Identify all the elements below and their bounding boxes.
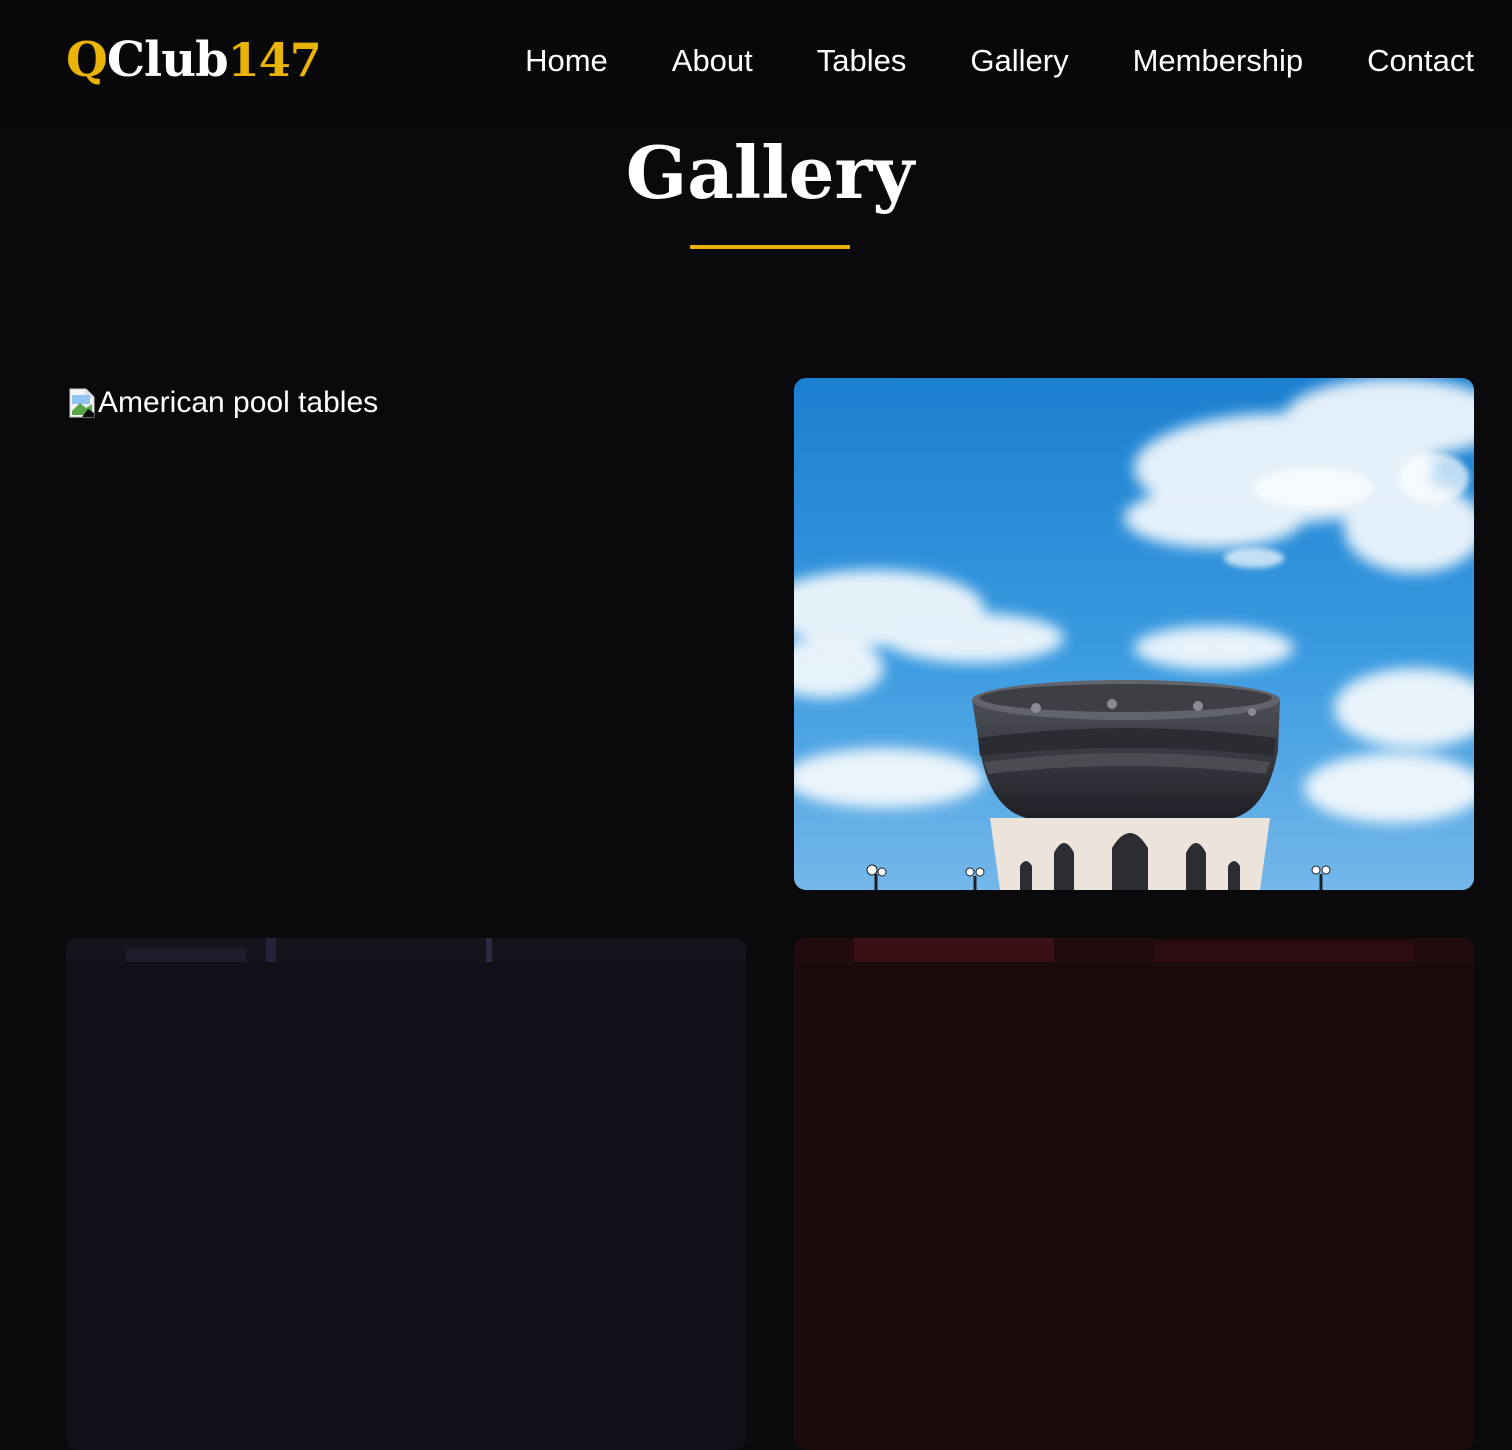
red-interior-photo bbox=[794, 938, 1474, 962]
image-alt-text: American pool tables bbox=[98, 386, 379, 419]
title-underline bbox=[690, 245, 850, 249]
logo-q: Q bbox=[66, 32, 108, 88]
main-nav: Home About Tables Gallery Membership Con… bbox=[525, 42, 1474, 80]
nav-home-link[interactable]: Home bbox=[525, 42, 608, 80]
logo-number: 147 bbox=[227, 33, 322, 87]
nav-gallery-link[interactable]: Gallery bbox=[970, 42, 1068, 80]
nav-membership-link[interactable]: Membership bbox=[1133, 42, 1304, 80]
logo-club: Club bbox=[106, 32, 229, 88]
nav-about-link[interactable]: About bbox=[672, 42, 753, 80]
gallery-item-dark-hall[interactable] bbox=[66, 938, 746, 1450]
site-logo[interactable]: QClub147 bbox=[66, 30, 322, 90]
dark-hall-photo bbox=[66, 938, 746, 962]
gallery-item-red-interior[interactable] bbox=[794, 938, 1474, 1450]
navbar: QClub147 Home About Tables Gallery Membe… bbox=[0, 0, 1512, 122]
broken-image-icon bbox=[66, 387, 98, 419]
nav-tables-link[interactable]: Tables bbox=[817, 42, 907, 80]
page-title: Gallery bbox=[625, 130, 915, 215]
broken-image: American pool tables bbox=[66, 378, 378, 428]
nav-contact-link[interactable]: Contact bbox=[1367, 42, 1474, 80]
building-sky-photo bbox=[794, 378, 1474, 890]
gallery-item-building-photo[interactable] bbox=[794, 378, 1474, 890]
gallery-item-pool-tables[interactable]: American pool tables bbox=[66, 378, 746, 890]
